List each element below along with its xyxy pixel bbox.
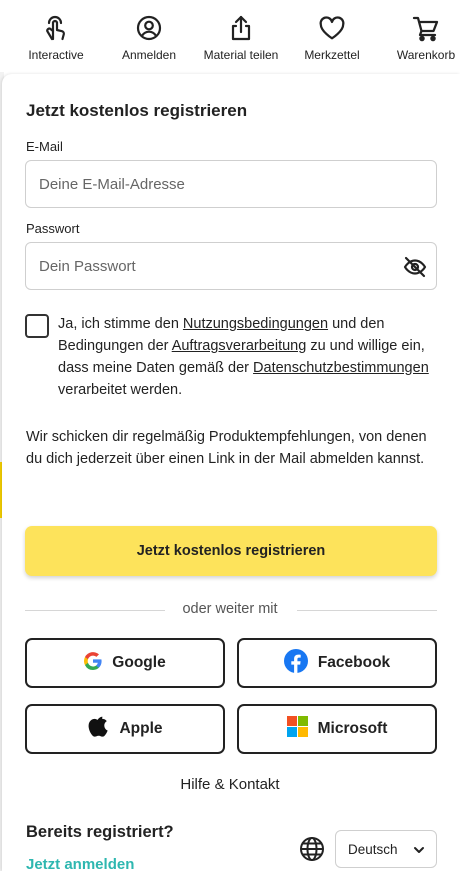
consent-text-part: verarbeitet werden. <box>58 382 183 398</box>
nav-interactive[interactable]: Interactive <box>11 14 101 62</box>
registration-title: Jetzt kostenlos registrieren <box>26 101 248 120</box>
nav-label-interactive: Interactive <box>28 48 84 62</box>
nav-wishlist[interactable]: Merkzettel <box>287 14 377 62</box>
nav-cart[interactable]: Warenkorb <box>381 14 460 62</box>
cart-icon <box>412 14 440 42</box>
user-circle-icon <box>135 14 163 42</box>
terms-of-use-link[interactable]: Nutzungsbedingungen <box>183 316 328 332</box>
microsoft-label: Microsoft <box>317 720 388 737</box>
already-registered-heading: Bereits registriert? <box>26 823 174 841</box>
password-field-wrapper <box>25 242 437 290</box>
nav-label-login: Anmelden <box>121 48 177 62</box>
globe-icon <box>299 836 325 862</box>
terms-consent-checkbox[interactable] <box>25 314 49 338</box>
nav-login[interactable]: Anmelden <box>104 14 194 62</box>
consent-text-part: Ja, ich stimme den <box>58 316 183 332</box>
google-label: Google <box>112 654 166 671</box>
login-now-link[interactable]: Jetzt anmelden <box>26 856 134 871</box>
toggle-password-visibility-icon[interactable] <box>403 255 427 279</box>
data-processing-link[interactable]: Auftragsverarbeitung <box>172 338 307 354</box>
divider-text: oder weiter mit <box>182 601 278 617</box>
facebook-login-button[interactable]: Facebook <box>237 638 437 688</box>
microsoft-logo-icon <box>286 716 308 742</box>
apple-logo-icon <box>87 715 109 744</box>
privacy-policy-link[interactable]: Datenschutzbestimmungen <box>253 360 429 376</box>
language-selected-value: Deutsch <box>348 841 398 857</box>
email-field-wrapper <box>25 160 437 208</box>
apple-label: Apple <box>119 720 163 737</box>
share-upload-icon <box>227 14 255 42</box>
terms-consent-text: Ja, ich stimme den Nutzungsbedingungen u… <box>58 313 438 401</box>
password-label: Passwort <box>26 221 80 236</box>
newsletter-info-text: Wir schicken dir regelmäßig Produktempfe… <box>26 429 427 467</box>
google-login-button[interactable]: Google <box>25 638 225 688</box>
nav-share-material[interactable]: Material teilen <box>196 14 286 62</box>
register-button[interactable]: Jetzt kostenlos registrieren <box>25 526 437 576</box>
facebook-logo-icon <box>283 648 308 678</box>
nav-label-wishlist: Merkzettel <box>304 48 360 62</box>
nav-label-share-material: Material teilen <box>203 48 279 62</box>
password-field[interactable] <box>26 243 386 289</box>
email-field[interactable] <box>26 161 386 207</box>
microsoft-login-button[interactable]: Microsoft <box>237 704 437 754</box>
top-navigation: Interactive Anmelden Material teilen Mer… <box>0 0 460 72</box>
touch-hand-icon <box>42 14 70 42</box>
nav-label-cart: Warenkorb <box>396 48 456 62</box>
language-select[interactable]: Deutsch <box>335 830 437 868</box>
facebook-label: Facebook <box>317 654 391 671</box>
apple-login-button[interactable]: Apple <box>25 704 225 754</box>
email-label: E-Mail <box>26 139 63 154</box>
chevron-down-icon <box>412 843 426 857</box>
divider-line-right <box>297 610 437 611</box>
help-contact-link[interactable]: Hilfe & Kontakt <box>0 776 460 793</box>
google-logo-icon <box>84 651 102 675</box>
heart-icon <box>318 14 346 42</box>
